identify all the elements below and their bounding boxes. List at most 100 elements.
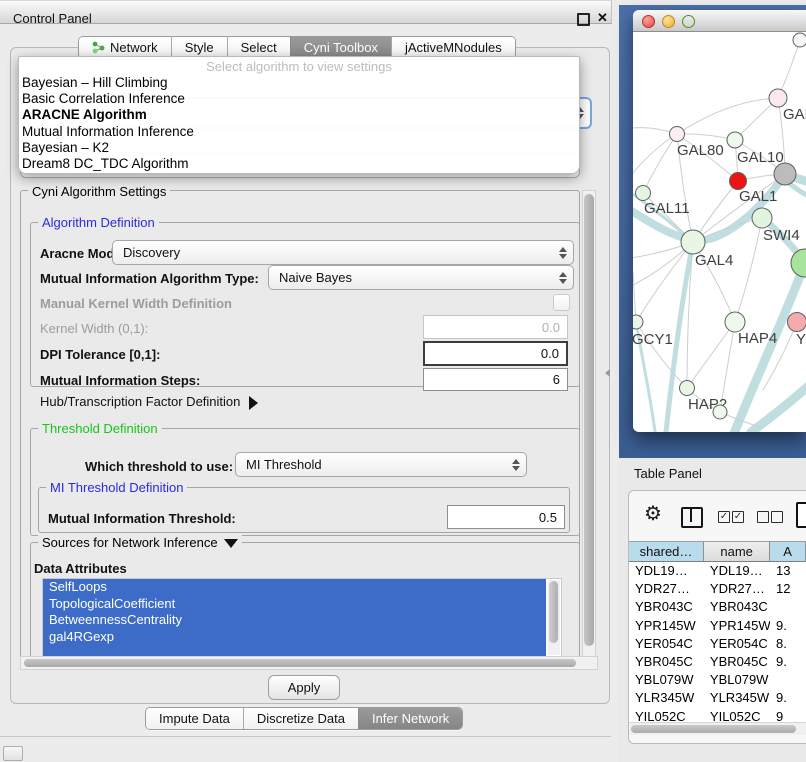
- network-window-titlebar[interactable]: [633, 10, 806, 32]
- table-cell[interactable]: 12: [770, 580, 806, 598]
- sources-group-title[interactable]: Sources for Network Inference: [38, 535, 242, 550]
- mi-algorithm-type-combobox[interactable]: Naive Bayes: [268, 265, 574, 290]
- table-row[interactable]: YBR043CYBR043C: [629, 598, 806, 616]
- tab-network[interactable]: Network: [79, 37, 171, 58]
- table-row[interactable]: YER054CYER054C8.: [629, 635, 806, 653]
- network-edge-highlighted[interactable]: [733, 263, 805, 432]
- node-gal11[interactable]: [636, 186, 651, 201]
- table-cell[interactable]: YDL19…: [704, 562, 770, 580]
- table-cell[interactable]: YBR045C: [704, 653, 770, 671]
- table-cell[interactable]: YDR27…: [704, 580, 770, 598]
- node-top-partial[interactable]: [793, 33, 806, 47]
- node-bottom[interactable]: [713, 405, 727, 419]
- scrollbar-thumb[interactable]: [549, 581, 558, 643]
- table-cell[interactable]: YBR043C: [629, 598, 704, 616]
- node-gray[interactable]: [774, 163, 796, 185]
- settings-vertical-scrollbar[interactable]: [582, 190, 596, 670]
- scrollbar-thumb[interactable]: [631, 725, 796, 733]
- table-cell[interactable]: 8.: [770, 635, 806, 653]
- settings-horizontal-scrollbar[interactable]: [20, 656, 598, 670]
- node-gal4[interactable]: [681, 230, 705, 254]
- table-cell[interactable]: YBL079W: [629, 671, 704, 689]
- table-horizontal-scrollbar[interactable]: [629, 722, 806, 735]
- node-gal80[interactable]: [670, 127, 685, 142]
- table-row[interactable]: YDL19…YDL19…13: [629, 562, 806, 580]
- kernel-width-field[interactable]: 0.0: [423, 315, 568, 339]
- manual-kernel-checkbox[interactable]: [553, 294, 570, 311]
- attribute-list-scrollbar[interactable]: [548, 580, 560, 655]
- table-cell[interactable]: YLR345W: [629, 689, 704, 707]
- table-cell[interactable]: [770, 671, 806, 689]
- table-cell[interactable]: YER054C: [629, 635, 704, 653]
- hub-definition-expander[interactable]: Hub/Transcription Factor Definition: [40, 394, 258, 410]
- deselect-all-checkbox-icon[interactable]: [771, 511, 783, 523]
- table-cell[interactable]: YPR145W: [704, 617, 770, 635]
- column-header-name[interactable]: name: [704, 541, 770, 562]
- tab-impute-data[interactable]: Impute Data: [146, 708, 243, 729]
- export-table-icon[interactable]: [796, 502, 806, 528]
- panel-grip-button[interactable]: [3, 746, 23, 761]
- node-gal10[interactable]: [727, 132, 743, 148]
- network-edge[interactable]: [633, 134, 677, 173]
- zoom-traffic-light-icon[interactable]: [682, 15, 695, 28]
- select-all-checkbox-icon[interactable]: ✓: [718, 511, 730, 523]
- dropdown-item-bayesian-hill-climbing[interactable]: Bayesian – Hill Climbing: [19, 75, 579, 91]
- table-cell[interactable]: 9.: [770, 617, 806, 635]
- table-cell[interactable]: YDR27…: [629, 580, 704, 598]
- network-edge[interactable]: [677, 134, 735, 140]
- network-edge[interactable]: [643, 134, 677, 193]
- network-edge[interactable]: [677, 98, 778, 134]
- minimize-traffic-light-icon[interactable]: [662, 15, 675, 28]
- tab-infer-network[interactable]: Infer Network: [358, 708, 462, 729]
- scrollbar-thumb[interactable]: [24, 659, 576, 667]
- table-cell[interactable]: YBR043C: [704, 598, 770, 616]
- network-canvas[interactable]: GALGAL80GAL10GAL1GAL11SWI4GAL4GCY1HAP4YH…: [633, 32, 806, 432]
- node-pink-y[interactable]: [788, 313, 806, 332]
- network-edge[interactable]: [633, 272, 636, 322]
- node-hap4[interactable]: [725, 312, 745, 332]
- apply-button[interactable]: Apply: [268, 675, 340, 700]
- dropdown-item-basic-correlation[interactable]: Basic Correlation Inference: [19, 91, 579, 107]
- table-cell[interactable]: [770, 598, 806, 616]
- node-swi4[interactable]: [752, 208, 772, 228]
- node-gal1[interactable]: [730, 173, 747, 190]
- network-edge[interactable]: [735, 218, 762, 322]
- close-traffic-light-icon[interactable]: [642, 15, 655, 28]
- tab-jactivemnodules[interactable]: jActiveMNodules: [391, 37, 515, 58]
- float-window-icon[interactable]: [577, 13, 590, 26]
- table-cell[interactable]: 13: [770, 562, 806, 580]
- table-cell[interactable]: YBR045C: [629, 653, 704, 671]
- table-cell[interactable]: 9.: [770, 653, 806, 671]
- mi-threshold-field[interactable]: 0.5: [447, 505, 565, 529]
- table-row[interactable]: YBL079WYBL079W: [629, 671, 806, 689]
- deselect-all-checkbox-icon[interactable]: [757, 511, 769, 523]
- network-view-window[interactable]: GALGAL80GAL10GAL1GAL11SWI4GAL4GCY1HAP4YH…: [633, 10, 806, 432]
- table-cell[interactable]: YBL079W: [704, 671, 770, 689]
- gear-icon[interactable]: ⚙: [644, 504, 662, 524]
- scrollbar-thumb[interactable]: [584, 194, 594, 646]
- aracne-mode-combobox[interactable]: Discovery: [112, 240, 574, 265]
- node-gcy1[interactable]: [633, 315, 643, 329]
- dpi-tolerance-field[interactable]: 0.0: [423, 341, 568, 366]
- node-hap2[interactable]: [680, 381, 695, 396]
- tab-cyni-toolbox[interactable]: Cyni Toolbox: [290, 37, 391, 58]
- table-row[interactable]: YBR045CYBR045C9.: [629, 653, 806, 671]
- table-cell[interactable]: YLR345W: [704, 689, 770, 707]
- tab-select[interactable]: Select: [227, 37, 290, 58]
- table-row[interactable]: YLR345WYLR345W9.: [629, 689, 806, 707]
- list-item-topologicalcoefficient[interactable]: TopologicalCoefficient: [43, 596, 546, 613]
- network-edge-highlighted[interactable]: [751, 382, 806, 432]
- table-cell[interactable]: YPR145W: [629, 617, 704, 635]
- mi-steps-field[interactable]: 6: [423, 368, 568, 391]
- which-threshold-combobox[interactable]: MI Threshold: [235, 452, 527, 477]
- table-cell[interactable]: YER054C: [704, 635, 770, 653]
- list-item-gal4rgexp[interactable]: gal4RGexp: [43, 629, 546, 646]
- list-item-selfloops[interactable]: SelfLoops: [43, 579, 546, 596]
- table-row[interactable]: YDR27…YDR27…12: [629, 580, 806, 598]
- column-header-partial[interactable]: A: [770, 541, 806, 562]
- table-cell[interactable]: 9.: [770, 689, 806, 707]
- network-edge[interactable]: [687, 322, 735, 388]
- close-icon[interactable]: ✕: [597, 10, 608, 26]
- tab-style[interactable]: Style: [171, 37, 227, 58]
- select-all-checkbox-icon[interactable]: ✓: [732, 511, 744, 523]
